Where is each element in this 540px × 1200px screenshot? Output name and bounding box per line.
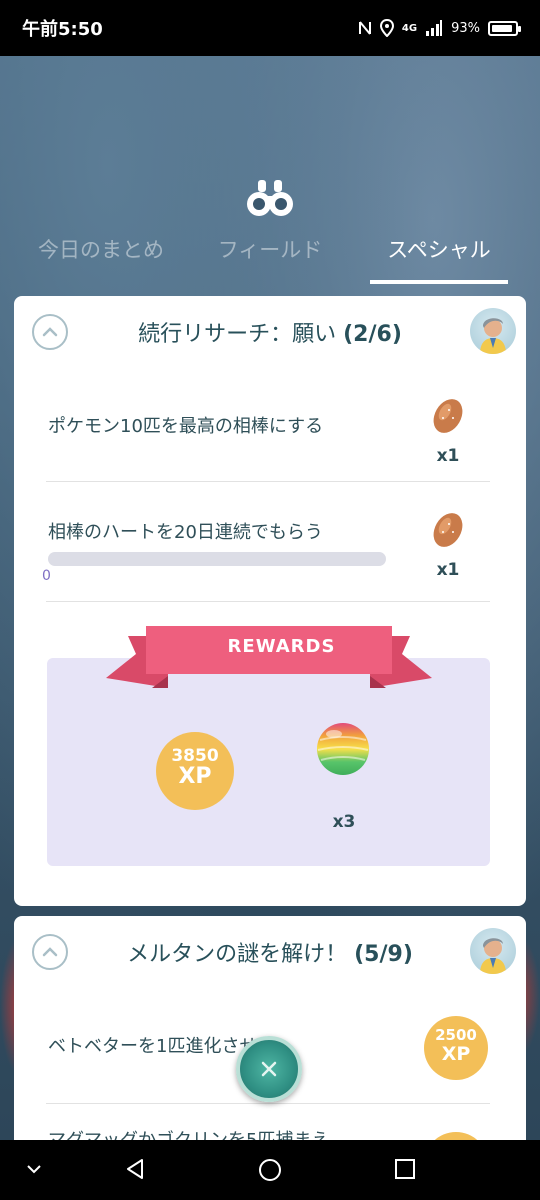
poffin-icon [433,399,463,433]
network-type: 4G [401,22,418,34]
xp-reward-badge: 3850 XP [156,732,234,810]
status-icons: 4G 93% [358,19,521,37]
candy-quantity: x3 [332,812,356,832]
active-tab-indicator [370,280,508,284]
task-item-1[interactable]: ポケモン10匹を最高の相棒にする x1 [46,382,490,482]
nav-home-icon[interactable] [258,1158,282,1182]
task-reward: x1 [428,510,468,580]
status-bar: 午前5:50 4G 93% [0,0,540,56]
chevron-up-icon [42,327,58,337]
battery-percent: 93% [451,20,480,36]
card-progress: (5/9) [354,942,413,967]
card-title: メルタンの謎を解け！ (5/9) [84,936,456,968]
tab-today[interactable]: 今日のまとめ [30,230,172,284]
xp-amount: 2500 [435,1026,477,1044]
task-progress-bar [48,552,386,566]
poffin-icon [433,513,463,547]
reward-quantity: x1 [436,560,460,580]
research-tabs: 今日のまとめ フィールド スペシャル [0,230,540,284]
status-time: 午前5:50 [22,19,103,40]
research-card-wish: 続行リサーチ：願い (2/6) ポケモン10匹を最高の相棒にする x1 相棒のハ… [14,296,526,906]
xp-unit: XP [441,1043,471,1065]
close-button[interactable] [236,1036,302,1102]
card-title-text: メルタンの謎を解け！ [127,942,348,967]
rare-candy-icon [317,723,369,775]
signal-icon [426,20,443,36]
xp-unit: XP [178,764,212,789]
battery-icon [488,20,521,36]
card-title-text: 続行リサーチ：願い [138,322,337,347]
collapse-button[interactable] [32,934,68,970]
card-title: 続行リサーチ：願い (2/6) [84,316,456,348]
collapse-button[interactable] [32,314,68,350]
professor-willow-icon [480,318,506,354]
tab-field[interactable]: フィールド [210,230,330,284]
card-progress: (2/6) [343,322,402,347]
task-text: 相棒のハートを20日連続でもらう [48,522,323,543]
nav-back-icon[interactable] [124,1158,146,1180]
rewards-label: REWARDS [227,636,336,657]
task-item-2[interactable]: 相棒のハートを20日連続でもらう 0 x1 [42,482,490,602]
xp-amount: 3850 [171,746,219,766]
system-nav-bar [0,1140,540,1200]
task-text: ポケモン10匹を最高の相棒にする [48,416,324,437]
rewards-panel [47,658,490,866]
progress-value: 0 [42,568,51,584]
task-reward: x1 [428,396,468,466]
tab-special[interactable]: スペシャル [378,230,500,284]
chevron-up-icon [42,947,58,957]
professor-willow-icon [480,938,506,974]
xp-reward-badge: 2500 XP [424,1016,488,1080]
location-icon [379,19,394,37]
close-icon [261,1061,277,1077]
nav-collapse-icon[interactable] [26,1162,42,1176]
nfc-icon [358,21,371,35]
reward-quantity: x1 [436,446,460,466]
nav-recents-icon[interactable] [394,1158,416,1180]
professor-avatar[interactable] [470,928,516,974]
binoculars-icon [247,180,293,216]
professor-avatar[interactable] [470,308,516,354]
